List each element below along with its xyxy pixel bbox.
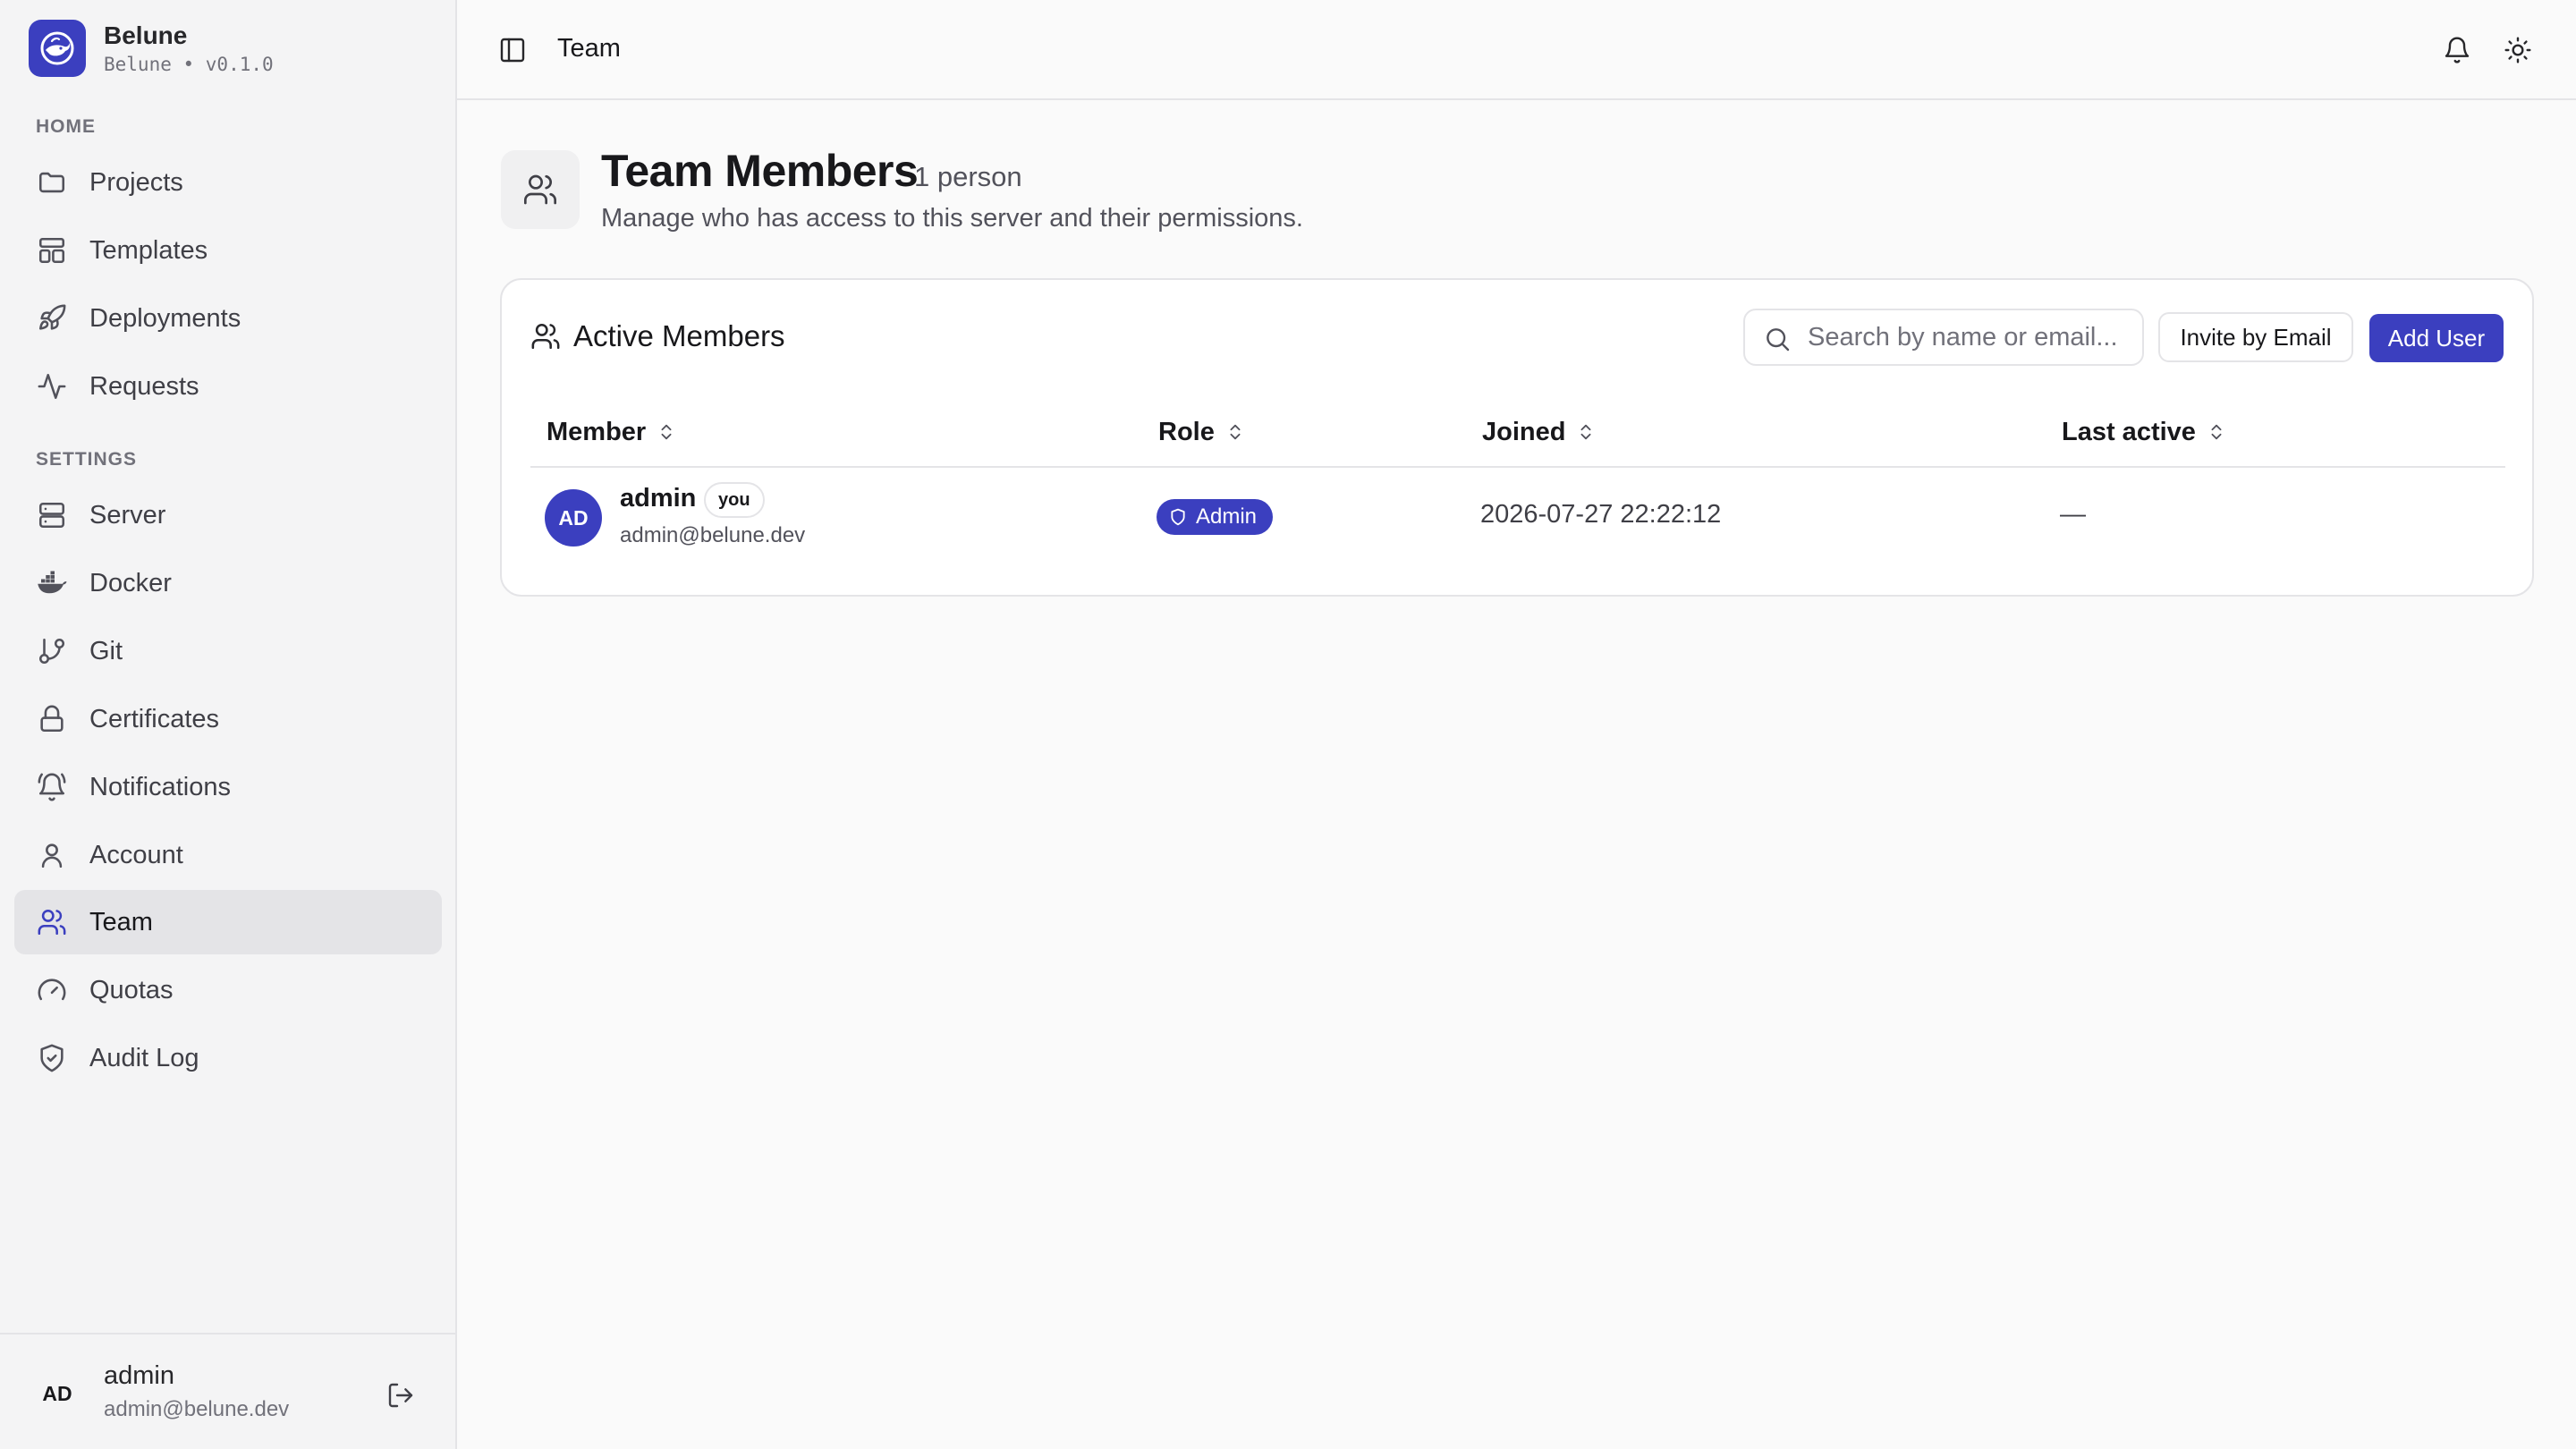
sidebar-item-git[interactable]: Git [14, 619, 442, 683]
column-header-label: Joined [1482, 417, 1566, 446]
breadcrumb: Team [557, 34, 621, 63]
brand-version: Belune • v0.1.0 [104, 54, 274, 75]
layout-icon [36, 234, 68, 267]
page-title: Team Members [601, 146, 919, 196]
sidebar: Belune Belune • v0.1.0 HOME Projects Tem… [0, 0, 457, 1449]
sidebar-item-deployments[interactable]: Deployments [14, 286, 442, 351]
sidebar-item-label: Certificates [89, 704, 220, 733]
sidebar-item-server[interactable]: Server [14, 483, 442, 547]
rocket-icon [36, 302, 68, 335]
column-header-label: Role [1158, 417, 1215, 446]
whale-logo-icon [29, 20, 86, 77]
footer-user-name: admin [104, 1361, 174, 1390]
shield-check-icon [36, 1042, 68, 1074]
chevrons-up-down-icon [1576, 420, 1596, 444]
column-header-member[interactable]: Member [547, 414, 676, 450]
you-badge: you [704, 482, 765, 518]
sidebar-item-label: Server [89, 500, 166, 530]
sidebar-item-team[interactable]: Team [14, 890, 442, 954]
last-active: — [2060, 500, 2086, 529]
joined-date: 2026-07-27 22:22:12 [1480, 500, 1722, 529]
sidebar-user-footer: AD admin admin@belune.dev [0, 1333, 455, 1449]
avatar: AD [42, 1381, 72, 1405]
log-out-icon[interactable] [383, 1377, 419, 1413]
column-header-role[interactable]: Role [1158, 414, 1245, 450]
sidebar-item-label: Deployments [89, 303, 242, 333]
sidebar-section-settings: SETTINGS [36, 449, 138, 470]
users-icon [530, 321, 561, 352]
chevrons-up-down-icon [1225, 420, 1245, 444]
sidebar-item-label: Requests [89, 371, 199, 401]
avatar: AD [545, 489, 602, 547]
member-email: admin@belune.dev [620, 523, 806, 547]
users-icon [36, 906, 68, 938]
member-name: admin [620, 484, 697, 513]
search-icon [1763, 325, 1792, 353]
role-badge: Admin [1157, 499, 1274, 535]
page-subtitle: Manage who has access to this server and… [601, 204, 1303, 233]
sidebar-item-label: Account [89, 840, 183, 869]
sidebar-section-home: HOME [36, 116, 96, 137]
sidebar-item-templates[interactable]: Templates [14, 218, 442, 283]
panel-left-icon[interactable] [495, 32, 530, 68]
chevrons-up-down-icon [2207, 420, 2226, 444]
folder-icon [36, 166, 68, 199]
sidebar-item-label: Quotas [89, 975, 174, 1004]
user-icon [36, 839, 68, 871]
footer-user-email: admin@belune.dev [104, 1397, 290, 1421]
add-user-button[interactable]: Add User [2369, 314, 2504, 362]
sidebar-item-label: Templates [89, 235, 208, 265]
chevrons-up-down-icon [657, 420, 676, 444]
column-header-label: Last active [2062, 417, 2196, 446]
column-header-joined[interactable]: Joined [1482, 414, 1596, 450]
search-input[interactable] [1808, 318, 2130, 357]
sidebar-item-label: Audit Log [89, 1043, 199, 1072]
card-title: Active Members [573, 319, 785, 352]
column-header-last-active[interactable]: Last active [2062, 414, 2226, 450]
divider [530, 466, 2505, 468]
brand[interactable]: Belune Belune • v0.1.0 [29, 20, 274, 77]
bell-ring-icon [36, 771, 68, 803]
sidebar-item-requests[interactable]: Requests [14, 354, 442, 419]
sidebar-item-label: Git [89, 636, 123, 665]
git-branch-icon [36, 635, 68, 667]
activity-icon [36, 370, 68, 402]
sun-icon[interactable] [2498, 30, 2538, 70]
users-icon [501, 150, 580, 229]
sidebar-item-label: Docker [89, 568, 172, 597]
sidebar-item-label: Notifications [89, 772, 231, 801]
search-field[interactable] [1743, 309, 2144, 366]
server-icon [36, 499, 68, 531]
sidebar-item-certificates[interactable]: Certificates [14, 687, 442, 751]
column-header-label: Member [547, 417, 647, 446]
sidebar-item-label: Team [89, 907, 153, 936]
gauge-icon [36, 974, 68, 1006]
brand-name: Belune [104, 21, 188, 49]
sidebar-item-audit-log[interactable]: Audit Log [14, 1026, 442, 1090]
sidebar-item-label: Projects [89, 167, 183, 197]
invite-by-email-button[interactable]: Invite by Email [2158, 312, 2353, 362]
bell-icon[interactable] [2437, 30, 2477, 70]
sidebar-item-quotas[interactable]: Quotas [14, 958, 442, 1022]
shield-icon [1169, 508, 1187, 526]
sidebar-item-notifications[interactable]: Notifications [14, 755, 442, 819]
role-label: Admin [1196, 504, 1258, 529]
sidebar-item-account[interactable]: Account [14, 823, 442, 887]
sidebar-item-docker[interactable]: Docker [14, 551, 442, 615]
sidebar-item-projects[interactable]: Projects [14, 150, 442, 215]
lock-icon [36, 703, 68, 735]
topbar: Team [457, 0, 2576, 100]
member-count: 1 person [914, 161, 1022, 192]
active-members-card: Active Members Invite by Email Add User … [500, 278, 2534, 597]
docker-icon [36, 567, 68, 599]
